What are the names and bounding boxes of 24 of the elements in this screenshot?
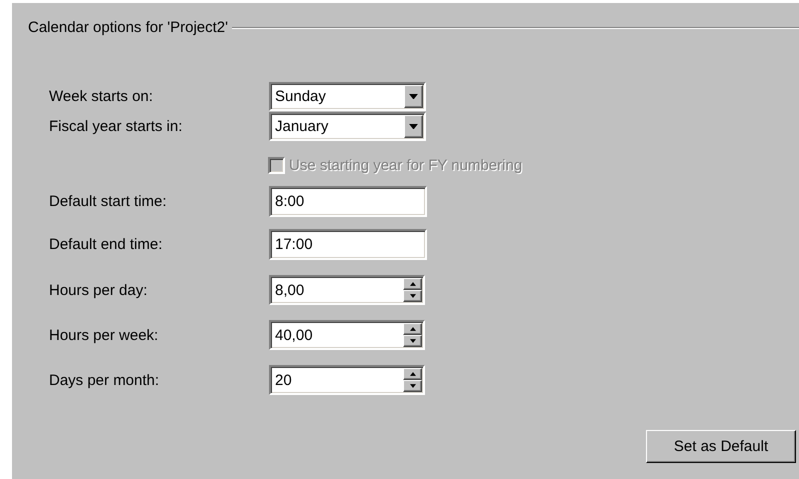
text-field[interactable]: 8:00 — [269, 186, 427, 217]
spin-field[interactable]: 40,00 — [269, 320, 425, 350]
field-label: Hours per week: — [49, 326, 160, 344]
spin-up-icon — [410, 372, 416, 376]
set-default-button[interactable]: Set as Default — [646, 430, 796, 463]
dropdown[interactable]: January — [269, 112, 426, 141]
dropdown[interactable]: Sunday — [269, 82, 426, 111]
field-label: Fiscal year starts in: — [49, 118, 184, 135]
field-label: Default end time: — [49, 236, 164, 253]
text-field[interactable]: 17:00 — [269, 229, 427, 260]
field-label: Days per month: — [49, 372, 160, 388]
field-label: Week starts on: — [49, 88, 154, 105]
spin-up-icon — [410, 327, 416, 331]
group-title: Calendar options for 'Project2' — [28, 19, 228, 36]
spin-up-icon — [410, 282, 416, 286]
spin-down-icon — [410, 384, 416, 388]
dropdown-arrow-icon — [409, 94, 418, 100]
dropdown-arrow-icon — [409, 124, 418, 130]
spin-field[interactable]: 20 — [269, 365, 425, 395]
spin-down-icon — [410, 339, 416, 343]
field-label: Hours per day: — [49, 282, 148, 298]
field-label: Default start time: — [49, 193, 168, 210]
spin-field[interactable]: 8,00 — [269, 275, 425, 305]
spin-down-icon — [410, 294, 416, 298]
